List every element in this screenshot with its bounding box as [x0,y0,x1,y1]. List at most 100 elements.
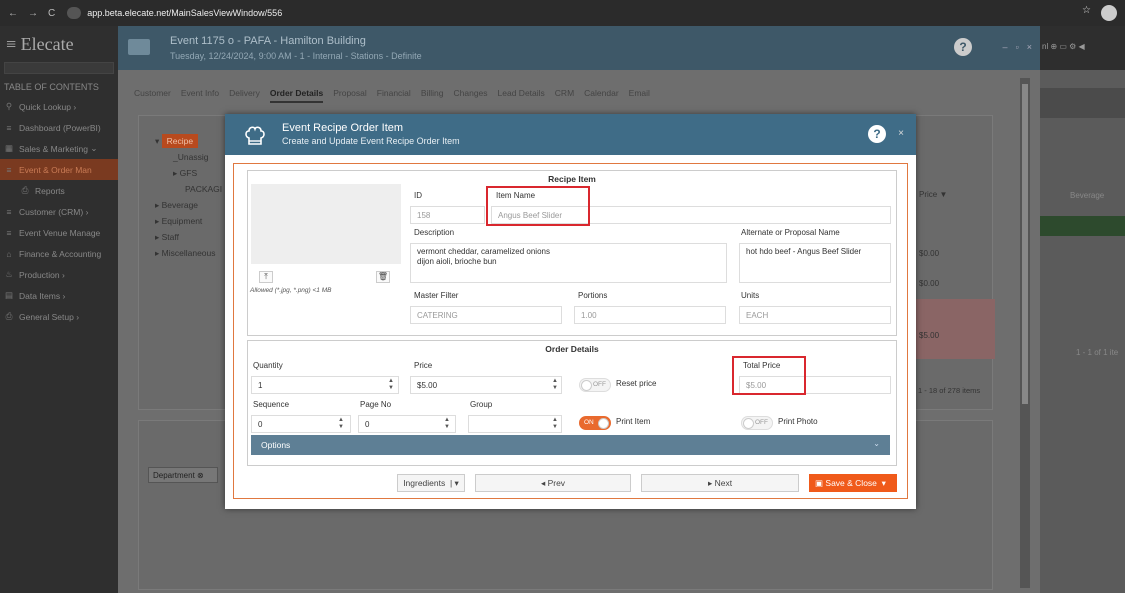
tree-node-misc[interactable]: ▸ Miscellaneous [155,245,222,261]
sidebar-item-event-order[interactable]: ≡ Event & Order Man [0,159,118,180]
price-column-header[interactable]: Price ▼ [915,185,995,205]
sequence-stepper[interactable]: ▲ ▼ [336,417,346,431]
scrollbar-thumb[interactable] [1022,84,1028,404]
forward-icon[interactable]: → [28,8,38,19]
sidebar-item-dashboard[interactable]: ≡ Dashboard (PowerBI) [0,117,118,138]
sidebar-item-label: Sales & Marketing [19,143,88,154]
prev-button[interactable]: ◂ Prev [475,474,631,492]
tab-proposal[interactable]: Proposal [333,88,367,103]
close-icon[interactable]: × [1027,42,1032,52]
sidebar-item-event-venue[interactable]: ≡ Event Venue Manage [0,222,118,243]
toggle-knob [743,418,754,429]
help-icon[interactable]: ? [954,38,972,56]
sidebar-item-label: Finance & Accounting [19,248,102,259]
quantity-stepper[interactable]: ▲ ▼ [386,378,396,392]
quantity-field[interactable]: 1 [251,376,399,394]
tab-lead-details[interactable]: Lead Details [498,88,545,103]
ingredients-dropdown[interactable]: Ingredients | ▾ [397,474,465,492]
tree-node-equipment[interactable]: ▸ Equipment [155,213,222,229]
ingredients-label: Ingredients [403,478,446,488]
background-filter-row [1040,216,1125,236]
minimize-icon[interactable]: – [1003,42,1008,52]
recipe-item-section: Recipe Item ⤒ 🗑 Allowed (*.jpg, *.png) <… [247,170,897,336]
sequence-label: Sequence [253,400,290,409]
tab-delivery[interactable]: Delivery [229,88,260,103]
tab-event-info[interactable]: Event Info [181,88,219,103]
group-stepper[interactable]: ▲ ▼ [550,417,560,431]
table-row[interactable]: $0.00 [915,269,995,299]
price-field[interactable]: $5.00 [410,376,562,394]
dialog-close-icon[interactable]: × [898,128,904,139]
toc-heading: TABLE OF CONTENTS [4,82,99,92]
recipe-image-placeholder[interactable] [251,184,401,264]
sidebar-item-production[interactable]: ♨ Production › [0,264,118,285]
dialog-help-icon[interactable]: ? [868,125,886,143]
toggle-knob [598,418,609,429]
table-row[interactable]: $0.00 [915,239,995,269]
tree-node-staff[interactable]: ▸ Staff [155,229,222,245]
save-close-label: Save & Close [825,478,877,488]
tab-changes[interactable]: Changes [454,88,488,103]
reset-price-toggle[interactable]: OFF [579,378,611,392]
tree-node-recipe[interactable]: ▾ Recipe [155,133,222,149]
recipe-item-heading: Recipe Item [548,174,596,184]
profile-icon[interactable] [1101,5,1117,21]
tab-customer[interactable]: Customer [134,88,171,103]
dialog-content: Recipe Item ⤒ 🗑 Allowed (*.jpg, *.png) <… [233,163,908,499]
tree-node-packaging[interactable]: PACKAGI [155,181,222,197]
tree-node-gfs[interactable]: ▸ GFS [155,165,222,181]
tree-node-beverage[interactable]: ▸ Beverage [155,197,222,213]
id-label: ID [414,191,422,200]
alt-name-field[interactable]: hot hdo beef - Angus Beef Slider [739,243,891,283]
price-stepper[interactable]: ▲ ▼ [550,378,560,392]
trash-icon[interactable]: 🗑 [376,271,390,283]
alt-name-label: Alternate or Proposal Name [741,228,840,237]
tab-email[interactable]: Email [629,88,650,103]
site-settings-icon[interactable] [67,7,82,19]
background-window-strip: nl ⊕ ▭ ⚙ ◀ Beverage 1 - 1 of 1 ite [1040,26,1125,593]
tab-crm[interactable]: CRM [555,88,574,103]
grid-icon: ▤ [4,290,14,300]
sidebar-search-input[interactable] [4,62,114,74]
table-row-selected[interactable]: $5.00 [915,299,995,359]
print-item-toggle[interactable]: ON [579,416,611,430]
tree-node-label: GFS [179,168,198,178]
table-row[interactable] [915,205,995,239]
back-icon[interactable]: ← [8,8,18,19]
maximize-icon[interactable]: ▫ [1016,42,1019,52]
sidebar-item-finance[interactable]: ⌂ Finance & Accounting [0,243,118,264]
sidebar-item-general-setup[interactable]: ⎙ General Setup › [0,306,118,327]
sidebar-item-customer-crm[interactable]: ≡ Customer (CRM) › [0,201,118,222]
sidebar-item-label: Production [19,269,60,280]
group-field[interactable] [468,415,562,433]
print-photo-toggle[interactable]: OFF [741,416,773,430]
reset-price-label: Reset price [616,379,657,388]
beverage-column-header: Beverage [1070,191,1105,200]
address-bar[interactable]: app.beta.elecate.net/MainSalesViewWindow… [67,7,282,19]
sidebar-item-sales-marketing[interactable]: ▦ Sales & Marketing ⌄ [0,138,118,159]
save-close-button[interactable]: ▣ Save & Close ▾ [809,474,897,492]
page-no-stepper[interactable]: ▲ ▼ [442,417,452,431]
window-scrollbar[interactable] [1020,78,1030,588]
tree-node-unassigned[interactable]: _Unassig [155,149,222,165]
sidebar-item-data-items[interactable]: ▤ Data Items › [0,285,118,306]
page-no-label: Page No [360,400,392,409]
sidebar-item-quick-lookup[interactable]: ⚲ Quick Lookup › [0,96,118,117]
master-filter-field: CATERING [410,306,562,324]
next-button[interactable]: ▸ Next [641,474,799,492]
tab-calendar[interactable]: Calendar [584,88,619,103]
department-chip[interactable]: Department ⊗ [148,467,218,483]
tree-node-label: Beverage [161,200,199,210]
price-label: Price [414,361,433,370]
upload-icon[interactable]: ⤒ [259,271,273,283]
tree-node-label: Recipe [161,134,199,148]
sidebar-item-reports[interactable]: ⎙ Reports [0,180,118,201]
tab-financial[interactable]: Financial [377,88,411,103]
tab-order-details[interactable]: Order Details [269,88,324,103]
reload-icon[interactable]: C [48,8,55,19]
bookmark-star-icon[interactable]: ☆ [1082,5,1091,21]
options-expander[interactable]: Options ⌄ [251,435,890,455]
portions-field: 1.00 [574,306,726,324]
tab-billing[interactable]: Billing [421,88,444,103]
description-field[interactable]: vermont cheddar, caramelized onions dijon… [410,243,727,283]
